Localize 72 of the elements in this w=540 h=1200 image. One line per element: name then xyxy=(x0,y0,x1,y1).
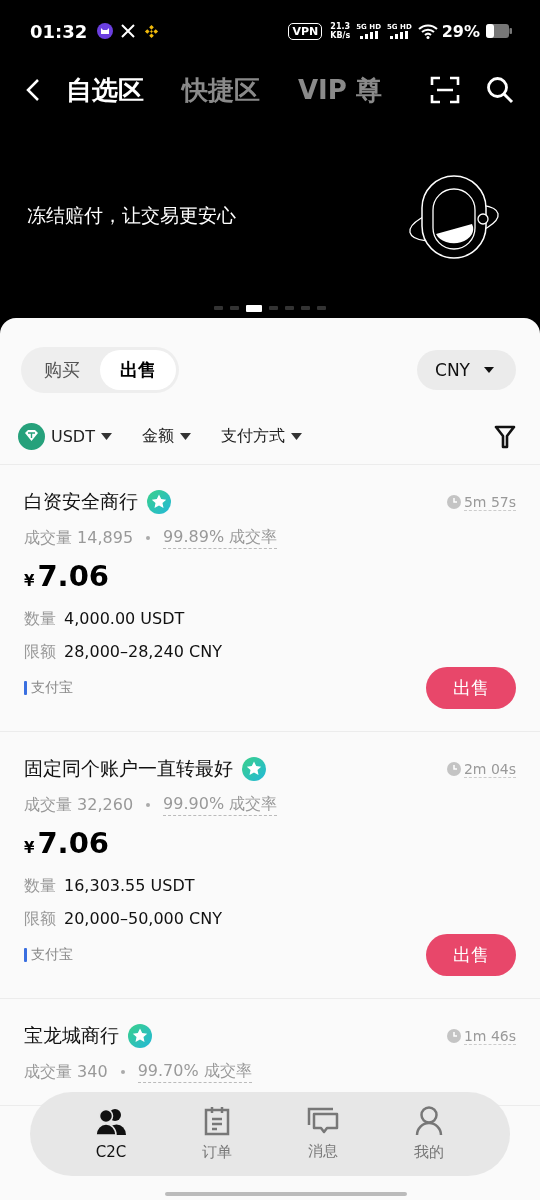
sell-button[interactable]: 出售 xyxy=(426,934,516,976)
payment-filter[interactable]: 支付方式 xyxy=(220,426,302,447)
category-tab[interactable]: 快捷区 xyxy=(182,72,260,108)
limit-value: 28,000–28,240 CNY xyxy=(64,642,222,663)
search-icon[interactable] xyxy=(486,76,514,104)
nav-tab[interactable]: 订单 xyxy=(182,1106,252,1162)
cat-app-icon xyxy=(97,23,114,39)
tether-icon xyxy=(18,423,45,450)
nav-tab[interactable]: 我的 xyxy=(394,1106,464,1162)
profile-icon xyxy=(415,1106,443,1136)
price: 7.06 xyxy=(37,826,109,860)
quantity-label: 数量 xyxy=(24,609,56,630)
caret-icon xyxy=(179,433,191,440)
time-limit: 5m 57s xyxy=(463,493,516,511)
category-tab[interactable]: VIP 尊 xyxy=(298,72,382,108)
battery-percent: 29% xyxy=(441,21,480,41)
quantity-value: 16,303.55 USDT xyxy=(64,876,195,897)
scan-icon[interactable] xyxy=(430,76,460,104)
banner-text: 冻结赔付，让交易更安心 xyxy=(27,203,236,228)
x-logo-icon xyxy=(121,24,136,38)
diamond-logo-icon xyxy=(144,23,160,39)
caret-icon xyxy=(484,367,494,373)
nav-tab[interactable]: C2C xyxy=(76,1107,146,1161)
payment-method: 支付宝 xyxy=(31,946,73,964)
limit-label: 限额 xyxy=(24,909,56,930)
caret-icon xyxy=(100,433,112,440)
separator-dot xyxy=(120,1070,125,1074)
vpn-indicator: VPN xyxy=(288,22,323,40)
side-tab[interactable]: 购买 xyxy=(24,350,100,390)
trade-volume: 成交量 14,895 xyxy=(24,527,134,549)
network-speed: 21.3 xyxy=(330,22,351,31)
payment-method: 支付宝 xyxy=(31,679,73,697)
separator-dot xyxy=(146,536,151,540)
filter-icon[interactable] xyxy=(494,424,516,449)
payment-marker xyxy=(24,681,27,695)
clock-icon xyxy=(446,1029,461,1043)
currency-dropdown[interactable]: CNY xyxy=(417,350,516,390)
currency-sign: ¥ xyxy=(24,839,35,857)
category-tab[interactable]: 自选区 xyxy=(66,72,144,108)
separator-dot xyxy=(146,803,151,807)
clock-icon xyxy=(446,762,461,776)
clipboard-icon xyxy=(204,1106,230,1136)
clock-time: 01:32 xyxy=(30,20,88,42)
signal-icon xyxy=(359,31,378,39)
limit-label: 限额 xyxy=(24,642,56,663)
speed-unit: KB/s xyxy=(330,31,351,40)
clock-icon xyxy=(446,495,461,509)
time-limit: 2m 04s xyxy=(463,760,516,778)
caret-icon xyxy=(290,433,302,440)
trade-volume: 成交量 32,260 xyxy=(24,794,134,816)
merchant-name[interactable]: 宝龙城商行 xyxy=(24,1023,119,1049)
users-icon xyxy=(95,1107,127,1136)
currency-sign: ¥ xyxy=(24,572,35,590)
wifi-icon xyxy=(417,23,438,39)
side-tab[interactable]: 出售 xyxy=(100,350,176,390)
merchant-name[interactable]: 固定同个账户一直转最好 xyxy=(24,756,233,782)
time-limit: 1m 46s xyxy=(463,1027,516,1045)
amount-filter[interactable]: 金额 xyxy=(141,426,191,447)
merchant-name[interactable]: 白资安全商行 xyxy=(24,489,138,515)
back-icon[interactable] xyxy=(26,78,40,102)
coin-filter[interactable]: USDT xyxy=(18,423,112,450)
battery-icon xyxy=(486,24,512,38)
chat-icon xyxy=(307,1107,339,1135)
price: 7.06 xyxy=(37,559,109,593)
limit-value: 20,000–50,000 CNY xyxy=(64,909,222,930)
sell-button[interactable]: 出售 xyxy=(426,667,516,709)
quantity-value: 4,000.00 USDT xyxy=(64,609,185,630)
quantity-label: 数量 xyxy=(24,876,56,897)
trade-volume: 成交量 340 xyxy=(24,1061,108,1083)
nav-tab[interactable]: 消息 xyxy=(288,1107,358,1161)
payment-marker xyxy=(24,948,27,962)
signal-icon xyxy=(390,31,409,39)
